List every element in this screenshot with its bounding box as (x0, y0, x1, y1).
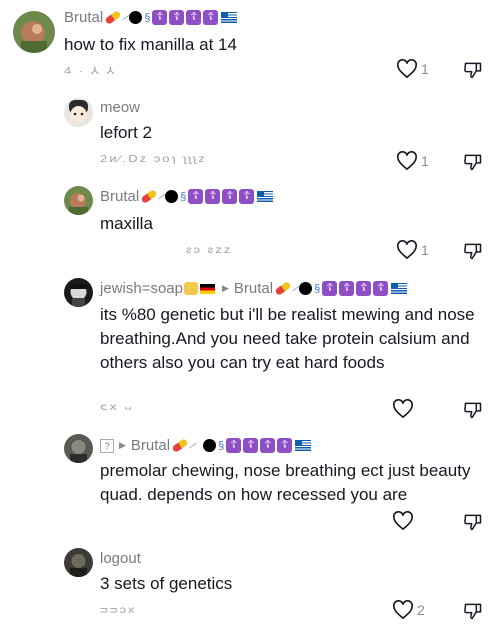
heart-outline-icon (393, 399, 413, 419)
heart-outline-icon (397, 151, 417, 171)
comment-username[interactable]: meow (100, 99, 140, 116)
dislike-button[interactable] (463, 601, 483, 626)
avatar[interactable] (64, 98, 93, 127)
avatar[interactable] (64, 278, 93, 307)
avatar[interactable] (64, 434, 93, 463)
comment-text: its %80 genetic but i'll be realist mewi… (100, 305, 475, 372)
like-count: 1 (421, 61, 429, 77)
unknown-glyph-icon: ? (100, 438, 114, 453)
like-count: 1 (421, 153, 429, 169)
orthodox-cross-icon: ☦ (260, 438, 276, 453)
black-circle-icon (129, 11, 143, 24)
greece-flag-icon (221, 12, 238, 23)
orthodox-cross-icon: ☦ (205, 189, 221, 204)
thumbs-down-outline-icon (464, 603, 482, 620)
comment-text: how to fix manilla at 14 (64, 35, 237, 54)
greece-flag-icon (391, 283, 408, 294)
black-circle-icon (299, 282, 313, 295)
dislike-button[interactable] (463, 400, 483, 425)
dna-emoji-icon: § (180, 190, 187, 203)
comment-text: maxilla (100, 214, 153, 233)
dislike-button[interactable] (463, 60, 483, 85)
heart-outline-icon (393, 511, 413, 531)
orthodox-cross-icon: ☦ (322, 281, 338, 296)
comment-meta: 4 · ⅄ ⅄ (64, 65, 117, 77)
like-button[interactable] (392, 511, 414, 531)
comment-item: meow lefort 2 2ᴎ∕.Dᴢ ɔoɿ ʅʅʅz 1 (0, 90, 500, 180)
comment-username[interactable]: ? ▶ Brutal / § ☦ ☦ ☦ ☦ (100, 437, 312, 454)
orthodox-cross-icon: ☦ (226, 438, 242, 453)
orthodox-cross-icon: ☦ (188, 189, 204, 204)
like-count: 1 (421, 242, 429, 258)
black-circle-icon (165, 190, 179, 203)
comment-text: premolar chewing, nose breathing ect jus… (100, 461, 471, 504)
dna-emoji-icon: § (144, 11, 151, 24)
reply-arrow-icon: ▶ (119, 440, 126, 450)
comment-meta: ᴝᴝɔx (100, 603, 137, 616)
orthodox-cross-icon: ☦ (222, 189, 238, 204)
heart-outline-icon (397, 240, 417, 260)
heart-outline-icon (397, 59, 417, 79)
comment-username[interactable]: logout (100, 550, 141, 567)
person-emoji-icon (183, 282, 198, 295)
comment-meta: 2ᴎ∕.Dᴢ ɔoɿ ʅʅʅz (100, 152, 207, 165)
orthodox-cross-icon: ☦ (243, 438, 259, 453)
thumbs-down-outline-icon (464, 62, 482, 79)
like-button[interactable]: 2 (392, 600, 425, 620)
comment-item: Brutal / § ☦ ☦ ☦ ☦ maxilla ᴤɔ ᴤᴢᴢ 1 (0, 180, 500, 270)
thumbs-down-outline-icon (464, 514, 482, 531)
orthodox-cross-icon: ☦ (339, 281, 355, 296)
thumbs-down-outline-icon (464, 402, 482, 419)
orthodox-cross-icon: ☦ (277, 438, 293, 453)
like-button[interactable]: 1 (396, 240, 429, 260)
dna-emoji-icon: § (314, 282, 321, 295)
thumbs-down-outline-icon (464, 243, 482, 260)
like-count: 2 (417, 602, 425, 618)
orthodox-cross-icon: ☦ (203, 10, 219, 25)
like-button[interactable]: 1 (396, 151, 429, 171)
comment-username[interactable]: Brutal / § ☦ ☦ ☦ ☦ (64, 9, 238, 26)
dislike-button[interactable] (463, 512, 483, 537)
dna-emoji-icon: § (218, 439, 225, 452)
pill-emoji-icon (140, 189, 158, 204)
comment-meta: ᴤɔ ᴤᴢᴢ (186, 243, 233, 256)
like-button[interactable]: 1 (396, 59, 429, 79)
reply-arrow-icon: ▶ (221, 283, 229, 293)
comment-item: ? ▶ Brutal / § ☦ ☦ ☦ ☦ premolar chewing, no… (0, 428, 500, 538)
comment-item: jewish=soap ▶ Brutal / § ☦ ☦ ☦ ☦ its %80 ge… (0, 270, 500, 428)
comment-meta: ⅽⅹ ᴗ (100, 401, 134, 413)
orthodox-cross-icon: ☦ (152, 10, 168, 25)
orthodox-cross-icon: ☦ (186, 10, 202, 25)
germany-flag-icon (199, 283, 215, 294)
comment-text: 3 sets of genetics (100, 574, 233, 593)
comment-username[interactable]: Brutal / § ☦ ☦ ☦ ☦ (100, 188, 274, 205)
orthodox-cross-icon: ☦ (373, 281, 389, 296)
heart-outline-icon (393, 600, 413, 620)
dislike-button[interactable] (463, 152, 483, 177)
orthodox-cross-icon: ☦ (169, 10, 185, 25)
avatar[interactable] (64, 548, 93, 577)
orthodox-cross-icon: ☦ (356, 281, 372, 296)
dislike-button[interactable] (463, 241, 483, 266)
greece-flag-icon (257, 191, 274, 202)
comment-username[interactable]: jewish=soap ▶ Brutal / § ☦ ☦ ☦ ☦ (100, 280, 408, 297)
pill-emoji-icon (274, 281, 292, 296)
syringe-emoji-icon: / (187, 439, 198, 452)
comment-item: Brutal / § ☦ ☦ ☦ ☦ how to fix manilla at 14… (0, 0, 500, 90)
comment-item: logout 3 sets of genetics ᴝᴝɔx 2 (0, 538, 500, 634)
pill-emoji-icon (104, 10, 122, 25)
pill-emoji-icon (171, 438, 189, 453)
comment-text: lefort 2 (100, 123, 152, 142)
thumbs-down-outline-icon (464, 154, 482, 171)
greece-flag-icon (295, 440, 312, 451)
avatar[interactable] (13, 11, 55, 53)
black-circle-icon (203, 439, 217, 452)
orthodox-cross-icon: ☦ (239, 189, 255, 204)
avatar[interactable] (64, 186, 93, 215)
like-button[interactable] (392, 399, 414, 419)
